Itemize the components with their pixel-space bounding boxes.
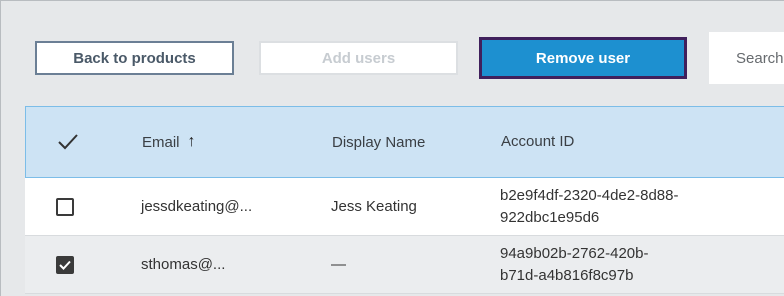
column-header-display-name-label: Display Name [332,133,426,151]
column-header-email-label: Email [142,133,180,151]
display-name-cell: — [331,236,346,293]
add-users-label: Add users [321,49,396,67]
account-id-value: 94a9b02b-2762-420b- b71d-a4b816f8c97b [500,243,730,287]
account-id-line2: b71d-a4b816f8c97b [500,266,634,284]
email-value: jessdkeating@... [141,198,253,215]
table-row[interactable]: sthomas@... — 94a9b02b-2762-420b- b71d-a… [25,236,784,294]
email-value: sthomas@... [141,256,226,273]
select-all-checkbox[interactable] [57,107,81,177]
back-to-products-button[interactable]: Back to products [35,41,234,75]
column-header-email[interactable]: Email ↑ [142,107,196,177]
account-id-value: b2e9f4df-2320-4de2-8d88- 922dbc1e95d6 [500,185,730,229]
column-header-account-id[interactable]: Account ID [501,107,574,177]
account-id-cell: b2e9f4df-2320-4de2-8d88- 922dbc1e95d6 [500,178,730,235]
remove-user-label: Remove user [535,49,631,67]
search-input[interactable] [709,32,784,84]
row-checkbox[interactable] [56,255,74,274]
remove-user-button[interactable]: Remove user [479,37,687,79]
account-id-cell: 94a9b02b-2762-420b- b71d-a4b816f8c97b [500,236,730,293]
row-checkbox[interactable] [56,197,74,216]
column-header-account-id-label: Account ID [501,133,575,150]
account-id-line1: b2e9f4df-2320-4de2-8d88- [500,186,679,204]
back-to-products-label: Back to products [73,49,196,67]
display-name-value: — [331,256,346,273]
display-name-value: Jess Keating [331,198,417,215]
table-row[interactable]: jessdkeating@... Jess Keating b2e9f4df-2… [25,178,784,236]
email-cell: jessdkeating@... [141,178,252,235]
table-header: Email ↑ Display Name Account ID [25,106,784,178]
checkmark-icon [59,260,71,270]
display-name-cell: Jess Keating [331,178,417,235]
users-table: Email ↑ Display Name Account ID jessdkea… [25,106,784,294]
checkmark-icon [58,134,78,150]
email-cell: sthomas@... [141,236,225,293]
account-id-line2: 922dbc1e95d6 [500,208,600,226]
toolbar: Back to products Add users Remove user [1,1,784,106]
row-checkbox-cell [56,178,80,235]
account-id-line1: 94a9b02b-2762-420b- [500,244,649,262]
row-checkbox-cell [56,236,80,293]
app-frame: Back to products Add users Remove user E… [0,0,784,296]
add-users-button[interactable]: Add users [259,41,458,75]
column-header-display-name[interactable]: Display Name [332,107,425,177]
arrow-up-icon: ↑ [187,133,196,150]
